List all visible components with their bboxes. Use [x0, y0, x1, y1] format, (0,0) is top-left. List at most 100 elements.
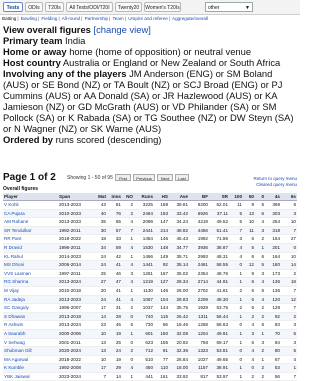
table-cell: 1997-2011	[58, 269, 93, 279]
column-header[interactable]: Mat	[93, 193, 107, 201]
player-name-link[interactable]: V Sehwag	[3, 338, 58, 348]
table-cell: 48.31	[209, 252, 229, 262]
primary-team-label: Primary team	[3, 35, 63, 46]
table-cell: 1	[255, 329, 265, 339]
next-page-button[interactable]: Next	[157, 174, 173, 181]
table-cell: 1530	[134, 243, 154, 253]
subnav-bowling[interactable]: Bowling	[21, 16, 37, 21]
tab-womens-t20is[interactable]: Women's T20Is	[144, 2, 181, 12]
last-page-button[interactable]: Last	[175, 174, 189, 181]
player-name-link[interactable]: RA Jadeja	[3, 295, 58, 305]
table-cell: 2089	[134, 217, 154, 227]
player-name-link[interactable]: KL Rahul	[3, 252, 58, 262]
table-cell: 56	[154, 320, 169, 330]
table-cell: 7	[281, 372, 297, 381]
primary-team-value: India	[65, 35, 86, 46]
table-cell: 1	[122, 252, 134, 262]
player-name-link[interactable]: M Vijay	[3, 286, 58, 296]
table-cell: 35.02	[169, 269, 189, 279]
player-name-link[interactable]: R Dravid	[3, 243, 58, 253]
player-name-link[interactable]: MS Dhoni	[3, 260, 58, 270]
column-header[interactable]: HS	[154, 193, 169, 201]
subnav-partnership[interactable]: Partnership	[85, 16, 109, 21]
table-cell: 0	[122, 355, 134, 365]
column-header[interactable]: 4s	[265, 193, 281, 201]
subnav-all-round[interactable]: All-round	[62, 16, 80, 21]
player-name-link[interactable]: RG Sharma	[3, 277, 58, 287]
table-cell: 164	[265, 234, 281, 244]
player-name-link[interactable]: MA Agarwal	[3, 355, 58, 365]
home-away-label: Home or away	[3, 46, 67, 57]
table-cell: 6	[243, 303, 255, 313]
player-name-link[interactable]: K Kumble	[3, 363, 58, 373]
player-name-link[interactable]: A Saurabh	[3, 329, 58, 339]
tab-tests[interactable]: Tests	[3, 2, 23, 12]
column-header[interactable]: 100	[229, 193, 243, 201]
subnav-aggregate-overall[interactable]: Aggregate/overall	[172, 16, 208, 21]
table-cell: 149	[154, 252, 169, 262]
table-cell: 1	[229, 329, 243, 339]
table-cell: 2013-2024	[58, 320, 93, 330]
previous-page-button[interactable]: Previous	[133, 174, 155, 181]
column-header[interactable]: Runs	[134, 193, 154, 201]
table-cell: 2	[281, 312, 297, 322]
subnav-team[interactable]: Team	[112, 16, 123, 21]
column-header[interactable]: 50	[243, 193, 255, 201]
subnav-fielding[interactable]: Fielding	[41, 16, 57, 21]
player-name-link[interactable]: V Kohli	[3, 200, 58, 210]
player-name-link[interactable]: AM Rahane	[3, 217, 58, 227]
player-name-link[interactable]: VVS Laxman	[3, 269, 58, 279]
player-name-link[interactable]: S Dhawan	[3, 312, 58, 322]
table-cell: 6	[255, 286, 265, 296]
table-cell: 144	[154, 303, 169, 313]
table-cell: 2	[281, 269, 297, 279]
table-cell: 2014-2023	[58, 252, 93, 262]
player-name-link[interactable]: YBK Jaiswal	[3, 372, 58, 381]
player-name-link[interactable]: RR Pant	[3, 234, 58, 244]
table-cell: 2020-2024	[58, 346, 93, 356]
other-format-select[interactable]: other ▼	[205, 2, 253, 12]
table-cell: 110	[154, 363, 169, 373]
table-cell: 48.82	[169, 226, 189, 236]
table-cell: 26.42	[169, 312, 189, 322]
column-header[interactable]: Inns	[107, 193, 122, 201]
table-cell: 49.52	[209, 217, 229, 227]
player-name-link[interactable]: SR Tendulkar	[3, 226, 58, 236]
player-name-link[interactable]: SC Ganguly	[3, 303, 58, 313]
table-cell: 37.11	[209, 209, 229, 219]
table-cell: 254	[265, 217, 281, 227]
tab-all-formats[interactable]: All Tests/ODI/T20I	[66, 2, 113, 12]
subnav-umpire-referee[interactable]: Umpire and referee	[128, 16, 168, 21]
subnav-batting[interactable]: Batting	[2, 16, 16, 21]
table-cell: 4	[122, 363, 134, 373]
table-cell: 1996-2011	[58, 243, 93, 253]
column-header[interactable]: 0	[255, 193, 265, 201]
table-cell: 6	[243, 338, 255, 348]
table-cell: 4	[255, 217, 265, 227]
first-page-button[interactable]: First	[115, 174, 131, 181]
player-name-link[interactable]: R Ashwin	[3, 320, 58, 330]
tab-twenty20[interactable]: Twenty20	[115, 2, 142, 12]
table-cell: 9	[243, 200, 255, 210]
player-name-link[interactable]: Shubman Gill	[3, 346, 58, 356]
column-header[interactable]: Span	[58, 193, 93, 201]
table-cell: 11	[243, 226, 255, 236]
table-cell: 76	[107, 209, 122, 219]
change-view-link[interactable]: [change view]	[94, 24, 151, 35]
column-header[interactable]: 6s	[281, 193, 297, 201]
column-header[interactable]: SR	[209, 193, 229, 201]
column-header[interactable]: NO	[122, 193, 134, 201]
column-header[interactable]: BF	[189, 193, 209, 201]
table-cell: 4	[122, 277, 134, 287]
table-cell: 1258	[189, 320, 209, 330]
tab-t20is[interactable]: T20Is	[45, 2, 64, 12]
player-name-link[interactable]: CA Pujara	[3, 209, 58, 219]
column-header[interactable]: Ave	[169, 193, 189, 201]
column-header[interactable]: Player	[3, 193, 58, 201]
table-cell: 2	[255, 234, 265, 244]
table-cell: 35.75	[169, 303, 189, 313]
table-cell: 1	[122, 372, 134, 381]
table-cell: 1	[255, 355, 265, 365]
tab-odis[interactable]: ODIs	[25, 2, 43, 12]
table-cell: 1027	[189, 355, 209, 365]
